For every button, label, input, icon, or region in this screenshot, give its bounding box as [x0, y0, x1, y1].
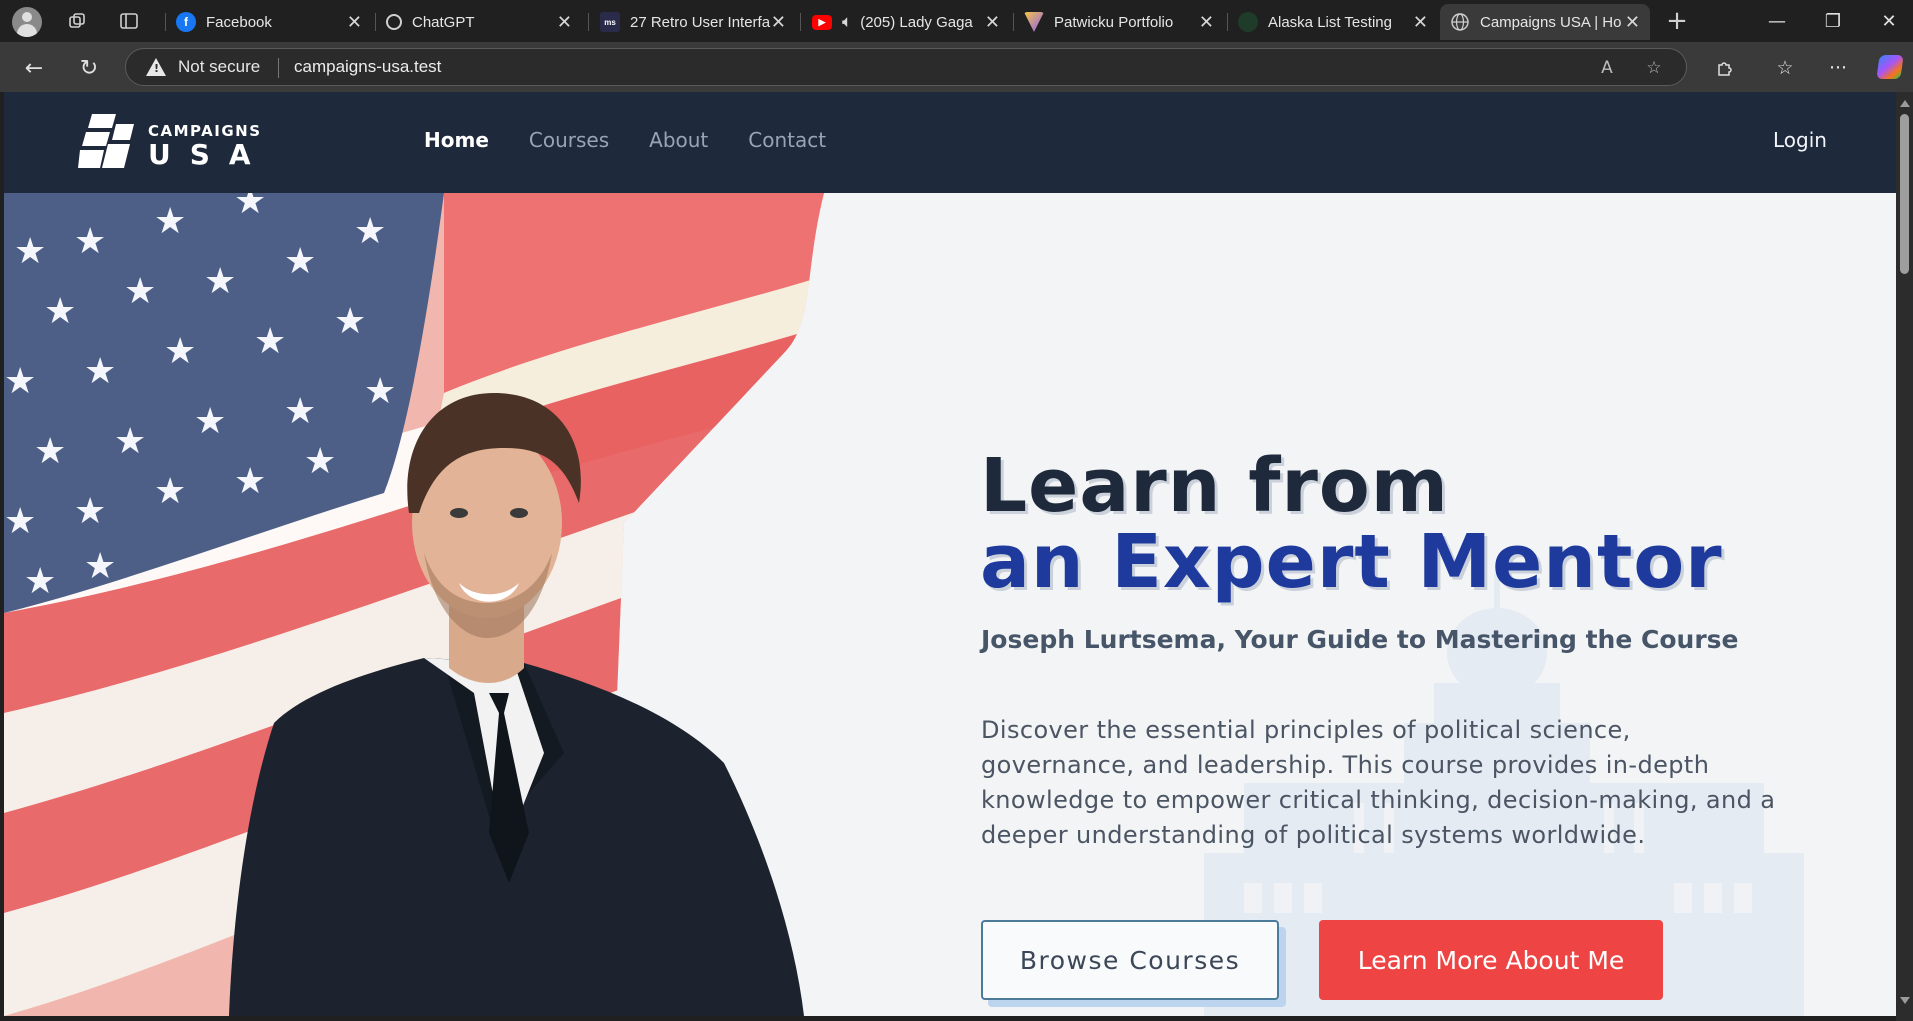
close-tab-icon[interactable]: ✕: [1625, 12, 1640, 33]
svg-text:★: ★: [24, 561, 56, 602]
favorites-icon[interactable]: ☆: [1769, 52, 1801, 84]
profile-avatar-icon[interactable]: [12, 7, 42, 37]
svg-text:★: ★: [74, 221, 106, 262]
tab-actions-icon[interactable]: [114, 6, 144, 36]
tab-retro-ui[interactable]: ms 27 Retro User Interfa ✕: [590, 4, 796, 40]
svg-text:★: ★: [234, 193, 266, 222]
close-tab-icon[interactable]: ✕: [771, 12, 786, 33]
nav-contact[interactable]: Contact: [748, 128, 826, 152]
scroll-thumb[interactable]: [1900, 114, 1909, 274]
more-menu-icon[interactable]: ···: [1822, 52, 1854, 84]
scroll-up-arrow-icon[interactable]: [1900, 100, 1910, 107]
refresh-icon[interactable]: ↻: [73, 52, 105, 84]
close-window-icon[interactable]: ✕: [1865, 6, 1913, 36]
svg-text:★: ★: [74, 491, 106, 532]
copilot-icon[interactable]: [1876, 55, 1904, 79]
page-scrollbar[interactable]: [1896, 92, 1913, 1021]
svg-text:★: ★: [14, 231, 46, 272]
alaska-icon: [1238, 12, 1258, 32]
close-tab-icon[interactable]: ✕: [347, 12, 362, 33]
back-arrow-icon[interactable]: ←: [18, 52, 50, 84]
close-tab-icon[interactable]: ✕: [985, 12, 1000, 33]
svg-text:★: ★: [34, 431, 66, 472]
tab-chatgpt[interactable]: ChatGPT ✕: [376, 4, 582, 40]
address-bar[interactable]: ! Not secure campaigns-usa.test A ☆: [125, 48, 1687, 86]
svg-text:★: ★: [84, 546, 116, 587]
svg-text:★: ★: [164, 331, 196, 372]
campaigns-usa-logo[interactable]: CAMPAIGNS USA: [78, 112, 278, 172]
svg-text:★: ★: [284, 241, 316, 282]
learn-more-about-me-button[interactable]: Learn More About Me: [1319, 920, 1663, 1000]
hero-section: ★ ★ ★ ★ ★ ★ ★ ★ ★ ★ ★ ★ ★ ★ ★ ★ ★ ★ ★ ★ ★ ★ ★ ★ ★ ★: [4, 193, 1896, 1016]
headline-line-1: Learn from: [980, 443, 1449, 529]
close-tab-icon[interactable]: ✕: [1413, 12, 1428, 33]
close-tab-icon[interactable]: ✕: [1199, 12, 1214, 33]
security-label[interactable]: Not secure: [178, 57, 260, 77]
tab-alaska-list-testing[interactable]: Alaska List Testing ✕: [1228, 4, 1438, 40]
svg-text:★: ★: [44, 291, 76, 332]
facebook-icon: f: [176, 12, 196, 32]
login-link[interactable]: Login: [1773, 128, 1827, 152]
portfolio-icon: [1024, 12, 1044, 32]
hero-description: Discover the essential principles of pol…: [981, 716, 1776, 849]
tab-patwicku-portfolio[interactable]: Patwicku Portfolio ✕: [1014, 4, 1224, 40]
nav-home[interactable]: Home: [424, 128, 489, 152]
nav-courses[interactable]: Courses: [529, 128, 609, 152]
warning-icon: !: [146, 58, 166, 76]
tab-campaigns-usa[interactable]: Campaigns USA | Ho ✕: [1440, 4, 1650, 40]
browse-courses-button[interactable]: Browse Courses: [981, 920, 1279, 1000]
tab-facebook[interactable]: f Facebook ✕: [166, 4, 372, 40]
svg-text:★: ★: [4, 361, 36, 402]
headline-line-2: an Expert Mentor: [980, 519, 1723, 605]
svg-text:★: ★: [124, 271, 156, 312]
svg-text:★: ★: [284, 391, 316, 432]
svg-text:★: ★: [154, 471, 186, 512]
tab-youtube-lady-gaga[interactable]: ▶ 🔈︎ (205) Lady Gaga ✕: [802, 4, 1010, 40]
minimize-icon[interactable]: —: [1753, 6, 1801, 36]
globe-icon: [1450, 12, 1470, 32]
mentor-portrait-with-flag: ★ ★ ★ ★★ ★ ★ ★ ★ ★ ★ ★ ★ ★ ★ ★ ★ ★ ★ ★ ★ ★ ★ ★ ★ ★: [4, 193, 824, 1016]
logo-text-usa: USA: [148, 138, 270, 171]
browser-toolbar: ← ↻ ! Not secure campaigns-usa.test A ☆ …: [0, 42, 1913, 92]
speaker-audio-icon[interactable]: 🔈︎: [842, 12, 852, 32]
svg-text:★: ★: [114, 421, 146, 462]
new-tab-icon[interactable]: +: [1662, 6, 1692, 36]
extensions-icon[interactable]: [1709, 52, 1741, 84]
hero-subheadline: Joseph Lurtsema, Your Guide to Mastering…: [981, 625, 1739, 654]
hero-headline: Learn from an Expert Mentor: [980, 448, 1723, 600]
main-nav: Home Courses About Contact: [424, 128, 826, 152]
nav-about[interactable]: About: [649, 128, 708, 152]
close-tab-icon[interactable]: ✕: [557, 12, 572, 33]
svg-text:★: ★: [154, 201, 186, 242]
browser-tab-bar: f Facebook ✕ ChatGPT ✕ ms 27 Retro User …: [0, 0, 1913, 42]
chatgpt-icon: [386, 14, 402, 30]
read-aloud-icon[interactable]: A: [1594, 55, 1620, 81]
svg-text:★: ★: [234, 461, 266, 502]
svg-text:★: ★: [364, 371, 396, 412]
restore-icon[interactable]: ❐: [1809, 6, 1857, 36]
favorite-star-icon[interactable]: ☆: [1641, 55, 1667, 81]
url-text[interactable]: campaigns-usa.test: [294, 57, 441, 77]
svg-text:★: ★: [4, 501, 36, 542]
retro-ui-icon: ms: [600, 12, 620, 32]
scroll-down-arrow-icon[interactable]: [1900, 997, 1910, 1004]
workspaces-icon[interactable]: [62, 6, 92, 36]
page-viewport: CAMPAIGNS USA Home Courses About Contact…: [4, 92, 1896, 1016]
svg-text:★: ★: [194, 401, 226, 442]
youtube-icon: ▶: [812, 14, 832, 30]
svg-text:★: ★: [334, 301, 366, 342]
svg-text:★: ★: [84, 351, 116, 392]
svg-text:★: ★: [204, 261, 236, 302]
svg-text:★: ★: [254, 321, 286, 362]
svg-text:★: ★: [304, 441, 336, 482]
site-header: CAMPAIGNS USA Home Courses About Contact…: [4, 92, 1896, 193]
svg-text:★: ★: [354, 211, 386, 252]
